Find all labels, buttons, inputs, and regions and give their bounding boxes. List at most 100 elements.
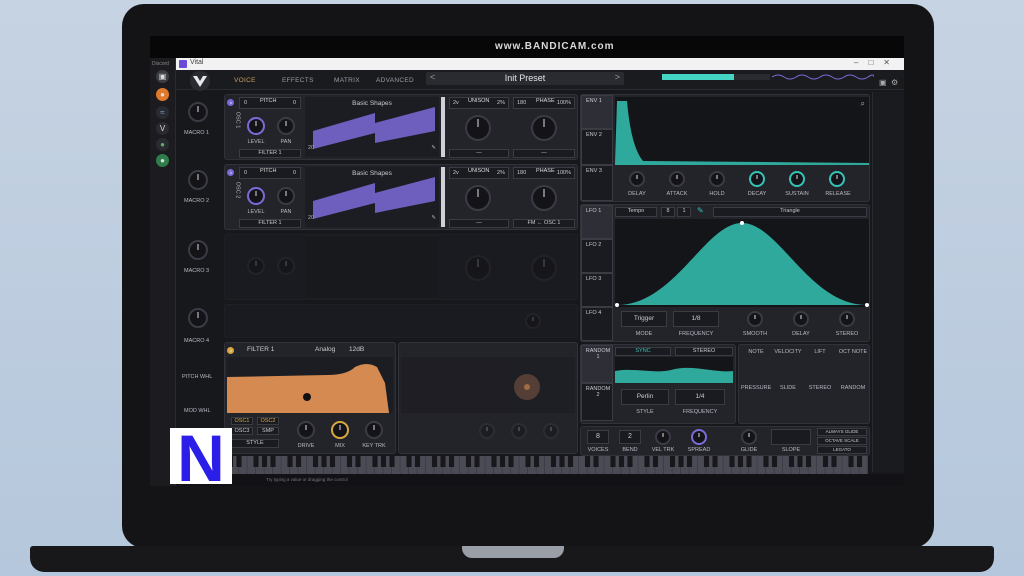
lfo-4-tab[interactable]: LFO 4 [581,307,613,341]
filter-2-panel-disabled[interactable] [398,342,578,454]
piano-black-key[interactable] [559,456,565,467]
env-hold-knob[interactable] [709,171,725,187]
piano-black-key[interactable] [831,456,837,467]
filter-1-osc2-toggle[interactable]: OSC2 [257,417,279,425]
piano-black-key[interactable] [440,456,446,467]
firefox-icon[interactable]: ● [156,88,169,101]
piano-black-key[interactable] [525,456,531,467]
mod-source-slide[interactable]: SLIDE [773,385,803,391]
lfo-3-tab[interactable]: LFO 3 [581,273,613,307]
osc-3-phase-knob[interactable] [531,255,557,281]
lfo-stereo-knob[interactable] [839,311,855,327]
piano-black-key[interactable] [686,456,693,467]
random-sync-toggle[interactable]: SYNC [615,347,671,356]
filter-1-drive-knob[interactable] [297,421,315,439]
lfo-grid-y[interactable]: 1 [677,207,691,217]
osc-3-panel-disabled[interactable] [224,234,578,300]
osc-1-phase-box[interactable]: 180 PHASE 100% [513,97,575,109]
tab-matrix[interactable]: MATRIX [334,77,360,84]
piano-black-key[interactable] [703,456,710,467]
macro-4-knob[interactable] [188,308,208,328]
osc-2-pan-knob[interactable] [277,187,295,205]
macro-3-knob[interactable] [188,240,208,260]
piano-black-key[interactable] [797,456,803,467]
mod-source-random[interactable]: RANDOM [837,385,869,391]
envelope-zoom-icon[interactable]: ⌕ [861,99,865,109]
filter-2-mix-knob[interactable] [511,423,527,439]
piano-black-key[interactable] [465,456,472,467]
lfo-shape-selector[interactable]: Triangle [713,207,867,217]
random-stereo-toggle[interactable]: STEREO [675,347,733,356]
mod-source-pressure[interactable]: PRESSURE [741,385,771,391]
vital-logo[interactable] [178,70,222,92]
osc-1-pitch-box[interactable]: 0 PITCH 0 [239,97,301,109]
piano-black-key[interactable] [805,456,812,467]
osc-3-unison-knob[interactable] [465,255,491,281]
osc-2-filter-dest[interactable]: FILTER 1 [239,219,301,228]
piano-black-key[interactable] [593,456,599,467]
filter-1-mix-knob[interactable] [331,421,349,439]
osc-1-unison-knob[interactable] [465,115,491,141]
piano-black-key[interactable] [499,456,506,467]
filter-1-model[interactable]: Analog [315,346,335,353]
random-style-selector[interactable]: Perlin [621,389,669,405]
preset-selector[interactable]: < Init Preset > [426,72,624,85]
legato-toggle[interactable]: LEGATO [817,446,867,454]
lfo-frequency-selector[interactable]: 1/8 [673,311,719,327]
osc-2-frame-slider[interactable] [441,167,445,227]
piano-black-key[interactable] [644,456,650,467]
piano-black-key[interactable] [737,456,744,467]
lfo-grid-x[interactable]: 8 [661,207,675,217]
filter-1-power-toggle[interactable] [227,347,234,354]
lfo-graph[interactable] [615,219,869,307]
mod-source-velocity[interactable]: VELOCITY [773,349,803,355]
glide-knob[interactable] [741,429,757,445]
piano-black-key[interactable] [321,456,327,467]
piano-black-key[interactable] [729,456,735,467]
piano-keyboard[interactable] [222,456,868,474]
sampler-knob[interactable] [525,313,541,329]
osc-1-dest-right[interactable]: — [513,149,575,158]
filter-1-smp-toggle[interactable]: SMP [257,427,279,435]
piano-black-key[interactable] [355,456,361,467]
window-controls[interactable]: –□✕ [854,58,900,67]
lfo-1-tab[interactable]: LFO 1 [581,205,613,239]
filter-1-keytrk-knob[interactable] [365,421,383,439]
tab-effects[interactable]: EFFECTS [282,77,314,84]
tab-voice[interactable]: VOICE [234,77,256,84]
env-release-knob[interactable] [829,171,845,187]
piano-black-key[interactable] [261,456,268,467]
lfo-paint-icon[interactable]: ✎ [697,206,704,215]
tab-advanced[interactable]: ADVANCED [376,77,414,84]
piano-black-key[interactable] [678,456,684,467]
osc-3-level-knob[interactable] [247,257,265,275]
filter-2-keytrk-knob[interactable] [543,423,559,439]
vel-trk-knob[interactable] [655,429,671,445]
osc-2-phase-knob[interactable] [531,185,557,211]
discord-icon[interactable]: ▣ [156,70,169,83]
piano-black-key[interactable] [848,456,854,467]
env-delay-knob[interactable] [629,171,645,187]
piano-black-key[interactable] [406,456,412,467]
piano-black-key[interactable] [618,456,625,467]
filter-1-slope[interactable]: 12dB [349,346,364,353]
osc-1-filter-dest[interactable]: FILTER 1 [239,149,301,158]
osc-2-dest-right[interactable]: FM ← OSC 1 [513,219,575,228]
preset-next-button[interactable]: > [615,72,620,82]
bend-selector[interactable]: 2 [619,430,641,444]
osc-1-pan-knob[interactable] [277,117,295,135]
preset-name[interactable]: Init Preset [426,73,624,83]
piano-black-key[interactable] [372,456,378,467]
random-2-tab[interactable]: RANDOM 2 [581,383,613,421]
lfo-2-tab[interactable]: LFO 2 [581,239,613,273]
random-1-tab[interactable]: RANDOM 1 [581,345,613,383]
osc-2-wavetable[interactable]: Basic Shapes 20 ✎ [305,167,439,227]
spread-knob[interactable] [691,429,707,445]
mod-source-oct-note[interactable]: OCT NOTE [837,349,869,355]
osc-1-wavetable[interactable]: Basic Shapes 20 ✎ [305,97,439,157]
osc-1-edit-icon[interactable]: ✎ [431,145,436,151]
osc-2-edit-icon[interactable]: ✎ [431,215,436,221]
piano-black-key[interactable] [746,456,752,467]
osc-3-pan-knob[interactable] [277,257,295,275]
piano-black-key[interactable] [550,456,557,467]
